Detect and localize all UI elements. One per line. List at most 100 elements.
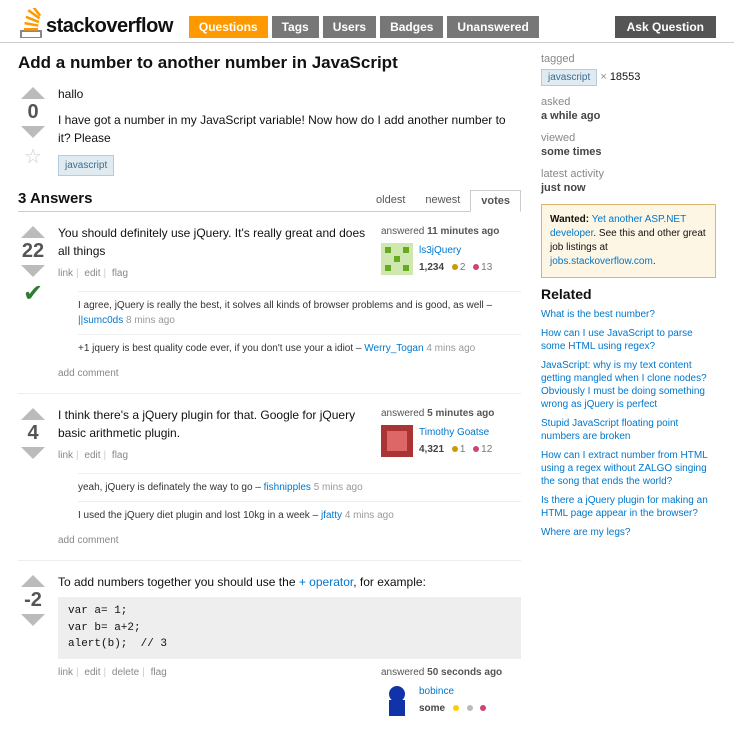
answer-score: -2 [18, 589, 48, 612]
related-link[interactable]: JavaScript: why is my text content getti… [541, 359, 716, 411]
downvote-icon[interactable] [21, 265, 45, 277]
header: stackoverflow Questions Tags Users Badge… [0, 0, 734, 43]
asked-section: asked a while ago [541, 96, 716, 122]
nav-tabs: Questions Tags Users Badges Unanswered [189, 16, 609, 38]
related-link[interactable]: How can I use JavaScript to parse some H… [541, 327, 716, 353]
ask-question-button[interactable]: Ask Question [615, 16, 716, 38]
user-link[interactable]: ls3jQuery [419, 243, 492, 258]
sidebar-tag[interactable]: javascript [541, 69, 597, 86]
question-votes: 0 ☆ [18, 85, 48, 176]
tagged-section: tagged javascript × 18553 [541, 53, 716, 86]
logo-icon [18, 8, 44, 38]
comment-author[interactable]: jfatty [321, 510, 342, 521]
upvote-icon[interactable] [21, 226, 45, 238]
comments: I agree, jQuery is really the best, it s… [78, 291, 521, 362]
downvote-icon[interactable] [21, 447, 45, 459]
sort-oldest[interactable]: oldest [366, 190, 415, 211]
action-flag[interactable]: flag [112, 268, 128, 279]
comment-author[interactable]: fishnipples [264, 482, 311, 493]
action-flag[interactable]: flag [112, 450, 128, 461]
sort-votes[interactable]: votes [470, 190, 521, 212]
badge-icon [480, 705, 486, 711]
comment-author[interactable]: Werry_Togan [364, 343, 423, 354]
badge-icon [473, 264, 479, 270]
user-card: answered 11 minutes ago ls3jQuery 1,234 … [381, 224, 521, 275]
upvote-icon[interactable] [21, 408, 45, 420]
question-title: Add a number to another number in JavaSc… [18, 53, 521, 73]
answer-votes: 4 [18, 406, 48, 548]
comment: yeah, jQuery is definately the way to go… [78, 473, 521, 501]
downvote-icon[interactable] [21, 614, 45, 626]
sidebar: tagged javascript × 18553 asked a while … [541, 53, 716, 728]
related-link[interactable]: Is there a jQuery plugin for making an H… [541, 494, 716, 520]
question-score: 0 [18, 101, 48, 124]
badge-icon [452, 264, 458, 270]
answer-row: 4 answered 5 minutes ago Timothy Goatse … [18, 394, 521, 561]
related-link[interactable]: What is the best number? [541, 308, 716, 321]
answer-text: To add numbers together you should use t… [58, 573, 521, 591]
answer-row: -2 To add numbers together you should us… [18, 561, 521, 728]
user-rep: 1,234 [419, 262, 444, 273]
answer-body: answered 5 minutes ago Timothy Goatse 4,… [58, 406, 521, 548]
answer-votes: -2 [18, 573, 48, 716]
tab-users[interactable]: Users [323, 16, 376, 38]
tab-tags[interactable]: Tags [272, 16, 319, 38]
related-link[interactable]: How can I extract number from HTML using… [541, 449, 716, 488]
add-comment[interactable]: add comment [58, 366, 521, 381]
upvote-icon[interactable] [21, 575, 45, 587]
add-comment[interactable]: add comment [58, 533, 521, 548]
action-edit[interactable]: edit [84, 268, 100, 279]
avatar[interactable] [381, 425, 413, 457]
tab-questions[interactable]: Questions [189, 16, 268, 38]
tag-count: 18553 [610, 71, 641, 83]
favorite-icon[interactable]: ☆ [18, 144, 48, 169]
question-body: hallo I have got a number in my JavaScri… [58, 85, 521, 176]
sort-newest[interactable]: newest [415, 190, 470, 211]
user-link[interactable]: bobince [419, 684, 486, 699]
answers-count: 3 Answers [18, 190, 366, 211]
main-content: Add a number to another number in JavaSc… [18, 53, 521, 728]
accepted-icon[interactable]: ✔ [18, 279, 48, 308]
user-card: answered 50 seconds ago bobince some [381, 665, 521, 716]
answer-score: 22 [18, 240, 48, 263]
answer-body: To add numbers together you should use t… [58, 573, 521, 716]
answers-header: 3 Answers oldest newest votes [18, 190, 521, 212]
user-rep: 4,321 [419, 444, 444, 455]
site-name: stackoverflow [46, 15, 173, 38]
avatar[interactable] [381, 243, 413, 275]
related-link[interactable]: Stupid JavaScript floating point numbers… [541, 417, 716, 443]
related-link[interactable]: Where are my legs? [541, 526, 716, 539]
action-delete[interactable]: delete [112, 667, 139, 678]
comments: yeah, jQuery is definately the way to go… [78, 473, 521, 529]
avatar[interactable] [381, 684, 413, 716]
action-link[interactable]: link [58, 268, 73, 279]
answer-score: 4 [18, 422, 48, 445]
action-edit[interactable]: edit [84, 450, 100, 461]
action-flag[interactable]: flag [151, 667, 167, 678]
user-card: answered 5 minutes ago Timothy Goatse 4,… [381, 406, 521, 457]
tab-badges[interactable]: Badges [380, 16, 443, 38]
question-row: 0 ☆ hallo I have got a number in my Java… [18, 85, 521, 176]
site-logo[interactable]: stackoverflow [18, 8, 173, 38]
operator-link[interactable]: + operator [299, 575, 353, 589]
downvote-icon[interactable] [21, 126, 45, 138]
answer-votes: 22 ✔ [18, 224, 48, 381]
question-line1: hallo [58, 85, 521, 103]
upvote-icon[interactable] [21, 87, 45, 99]
action-link[interactable]: link [58, 667, 73, 678]
comment: I used the jQuery diet plugin and lost 1… [78, 501, 521, 529]
badge-icon [452, 446, 458, 452]
action-edit[interactable]: edit [84, 667, 100, 678]
code-block: var a= 1; var b= a+2; alert(b); // 3 [58, 597, 521, 659]
action-link[interactable]: link [58, 450, 73, 461]
badge-icon [473, 446, 479, 452]
comment: +1 jquery is best quality code ever, if … [78, 334, 521, 362]
user-link[interactable]: Timothy Goatse [419, 425, 492, 440]
jobs-site-link[interactable]: jobs.stackoverflow.com [550, 256, 653, 267]
tab-unanswered[interactable]: Unanswered [447, 16, 538, 38]
comment-author[interactable]: ||sumc0ds [78, 315, 123, 326]
question-line2: I have got a number in my JavaScript var… [58, 111, 521, 147]
answer-body: answered 11 minutes ago ls3jQuery 1,234 … [58, 224, 521, 381]
answer-row: 22 ✔ answered 11 minutes ago ls3jQuery 1… [18, 212, 521, 394]
question-tag[interactable]: javascript [58, 155, 114, 176]
